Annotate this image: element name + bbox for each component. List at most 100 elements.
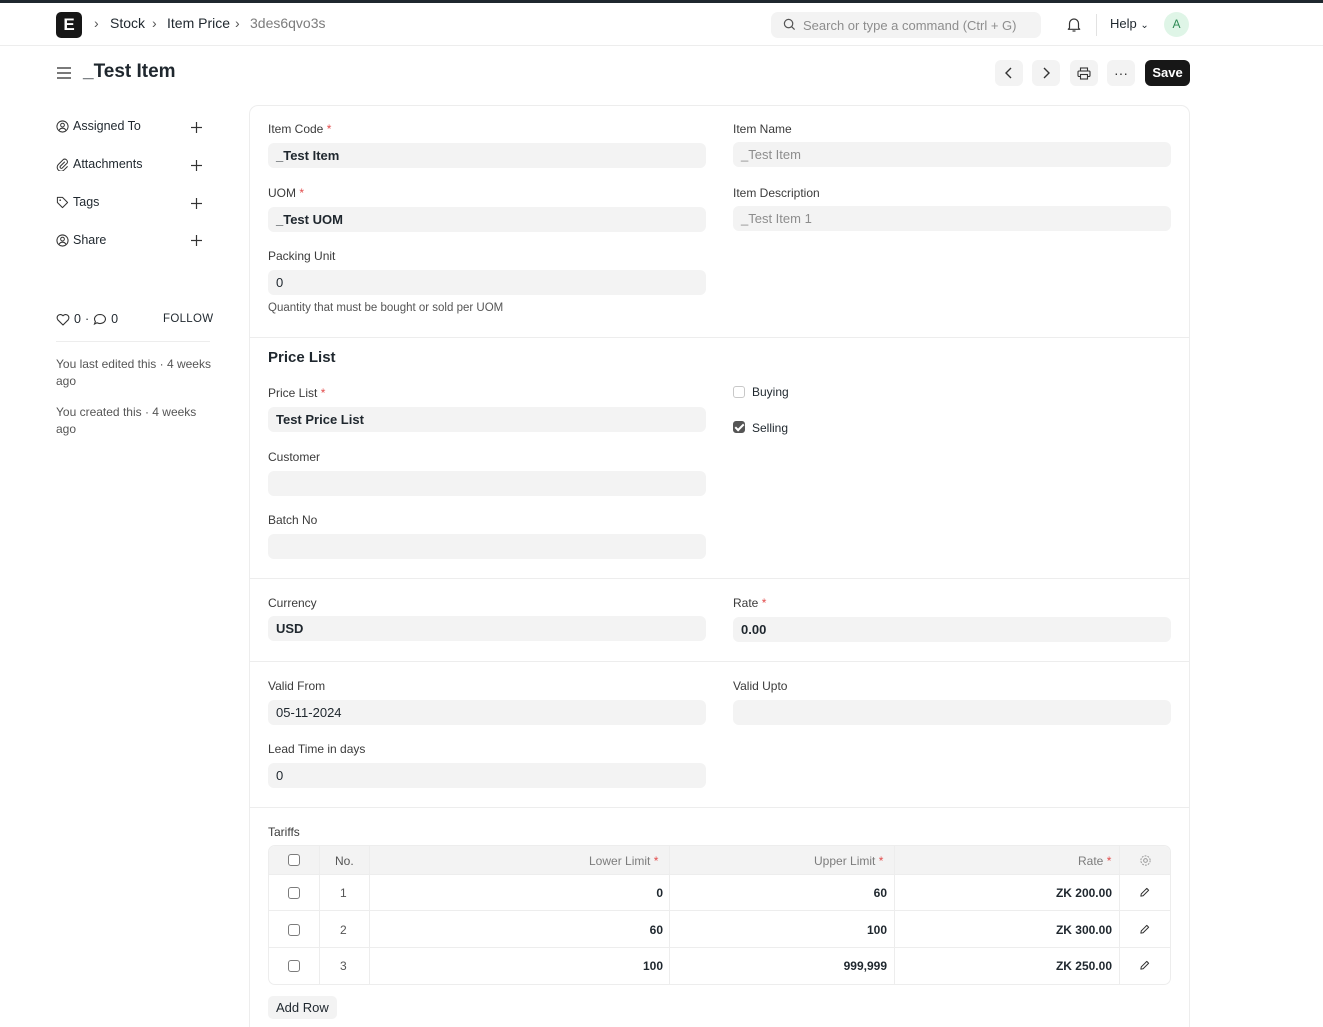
edit-icon[interactable] <box>1139 924 1150 935</box>
chevron-right-icon: › <box>152 15 157 31</box>
rate-field[interactable]: 0.00 <box>733 617 1171 642</box>
breadcrumb-stock[interactable]: Stock <box>110 15 145 31</box>
valid-upto-label: Valid Upto <box>733 679 788 693</box>
batch-no-field[interactable] <box>268 534 706 559</box>
comment-icon[interactable] <box>93 313 107 326</box>
sidebar-item-assigned-to[interactable]: Assigned To <box>56 119 141 133</box>
item-code-label: Item Code * <box>268 122 332 136</box>
sidebar-item-tags[interactable]: Tags <box>56 195 99 209</box>
breadcrumb-doc-id[interactable]: 3des6qvo3s <box>250 15 326 31</box>
lead-time-label: Lead Time in days <box>268 742 366 756</box>
row-checkbox[interactable] <box>288 887 300 899</box>
row-no: 2 <box>340 923 347 937</box>
likes-comments: 0 · 0 <box>56 312 118 326</box>
row-upper-limit[interactable]: 999,999 <box>844 959 887 973</box>
save-button[interactable]: Save <box>1145 60 1190 86</box>
search-bar[interactable] <box>771 12 1041 38</box>
table-row[interactable]: 3 100 999,999 ZK 250.00 <box>269 948 1170 984</box>
selling-label: Selling <box>752 421 789 435</box>
user-icon <box>56 119 69 133</box>
chevron-right-icon: › <box>94 15 99 31</box>
navbar-divider <box>1096 14 1097 36</box>
valid-from-label: Valid From <box>268 679 326 693</box>
currency-field[interactable]: USD <box>268 616 706 641</box>
row-lower-limit[interactable]: 60 <box>650 923 663 937</box>
row-rate[interactable]: ZK 300.00 <box>1056 923 1112 937</box>
previous-button[interactable] <box>995 60 1023 86</box>
price-list-label: Price List * <box>268 386 326 400</box>
search-input[interactable] <box>803 12 1033 38</box>
follow-button[interactable]: FOLLOW <box>163 313 213 325</box>
gear-icon[interactable] <box>1139 854 1152 867</box>
section-divider <box>250 578 1189 579</box>
sidebar-item-label: Share <box>73 233 107 247</box>
row-checkbox[interactable] <box>288 924 300 936</box>
buying-label: Buying <box>752 385 789 399</box>
hamburger-icon[interactable] <box>57 66 71 80</box>
row-rate[interactable]: ZK 200.00 <box>1056 886 1112 900</box>
last-edited-text: You last edited this · 4 weeks ago <box>56 357 211 388</box>
plus-icon[interactable] <box>190 159 203 172</box>
paperclip-icon <box>56 158 68 171</box>
row-lower-limit[interactable]: 100 <box>643 959 663 973</box>
more-icon: ··· <box>1114 65 1128 81</box>
row-lower-limit[interactable]: 0 <box>656 886 663 900</box>
row-upper-limit[interactable]: 100 <box>867 923 887 937</box>
valid-from-field[interactable]: 05-11-2024 <box>268 700 706 725</box>
uom-field[interactable]: _Test UOM <box>268 207 706 232</box>
sidebar-item-label: Attachments <box>73 157 143 171</box>
chevron-right-icon: › <box>235 15 240 31</box>
app-logo[interactable]: E <box>56 12 82 38</box>
next-button[interactable] <box>1032 60 1060 86</box>
created-text: You created this · 4 weeks ago <box>56 405 197 436</box>
breadcrumb-item-price[interactable]: Item Price <box>167 15 230 31</box>
heart-icon[interactable] <box>56 313 70 326</box>
row-no: 3 <box>340 959 347 973</box>
packing-unit-label: Packing Unit <box>268 249 336 263</box>
edit-icon[interactable] <box>1139 960 1150 971</box>
valid-upto-field[interactable] <box>733 700 1171 725</box>
avatar[interactable]: A <box>1164 12 1189 37</box>
plus-icon[interactable] <box>190 121 203 134</box>
help-label: Help <box>1110 16 1137 31</box>
table-row[interactable]: 2 60 100 ZK 300.00 <box>269 912 1170 948</box>
row-no: 1 <box>340 886 347 900</box>
sidebar-item-share[interactable]: Share <box>56 233 106 247</box>
navbar: E › Stock › Item Price › 3des6qvo3s Help… <box>0 3 1323 46</box>
table-row[interactable]: 1 0 60 ZK 200.00 <box>269 875 1170 911</box>
add-row-button[interactable]: Add Row <box>268 996 337 1019</box>
row-upper-limit[interactable]: 60 <box>874 886 887 900</box>
currency-label: Currency <box>268 596 317 610</box>
price-list-section-title: Price List <box>268 349 336 366</box>
section-divider <box>250 337 1189 338</box>
tariffs-label: Tariffs <box>268 825 300 839</box>
item-description-field: _Test Item 1 <box>733 206 1171 231</box>
item-description-label: Item Description <box>733 186 820 200</box>
sidebar-item-attachments[interactable]: Attachments <box>56 157 142 171</box>
select-all-checkbox[interactable] <box>288 854 300 866</box>
item-code-field[interactable]: _Test Item <box>268 143 706 168</box>
section-divider <box>250 807 1189 808</box>
plus-icon[interactable] <box>190 197 203 210</box>
table-header: No. Lower Limit * Upper Limit * Rate * <box>269 846 1170 875</box>
lead-time-field[interactable]: 0 <box>268 763 706 788</box>
printer-icon <box>1077 66 1091 80</box>
row-rate[interactable]: ZK 250.00 <box>1056 959 1112 973</box>
edit-icon[interactable] <box>1139 887 1150 898</box>
customer-label: Customer <box>268 450 321 464</box>
dot-separator: · <box>84 312 90 326</box>
packing-unit-field[interactable]: 0 <box>268 270 706 295</box>
buying-checkbox[interactable] <box>733 386 745 398</box>
page-title: _Test Item <box>83 61 176 82</box>
comments-count: 0 <box>111 312 119 326</box>
print-button[interactable] <box>1070 60 1098 86</box>
price-list-field[interactable]: Test Price List <box>268 407 706 432</box>
sidebar-item-label: Assigned To <box>73 119 141 133</box>
row-checkbox[interactable] <box>288 960 300 972</box>
more-button[interactable]: ··· <box>1107 60 1135 86</box>
selling-checkbox[interactable] <box>733 421 745 433</box>
plus-icon[interactable] <box>190 234 203 247</box>
help-dropdown[interactable]: Help ⌄ <box>1110 16 1149 31</box>
bell-icon[interactable] <box>1066 16 1082 33</box>
customer-field[interactable] <box>268 471 706 496</box>
